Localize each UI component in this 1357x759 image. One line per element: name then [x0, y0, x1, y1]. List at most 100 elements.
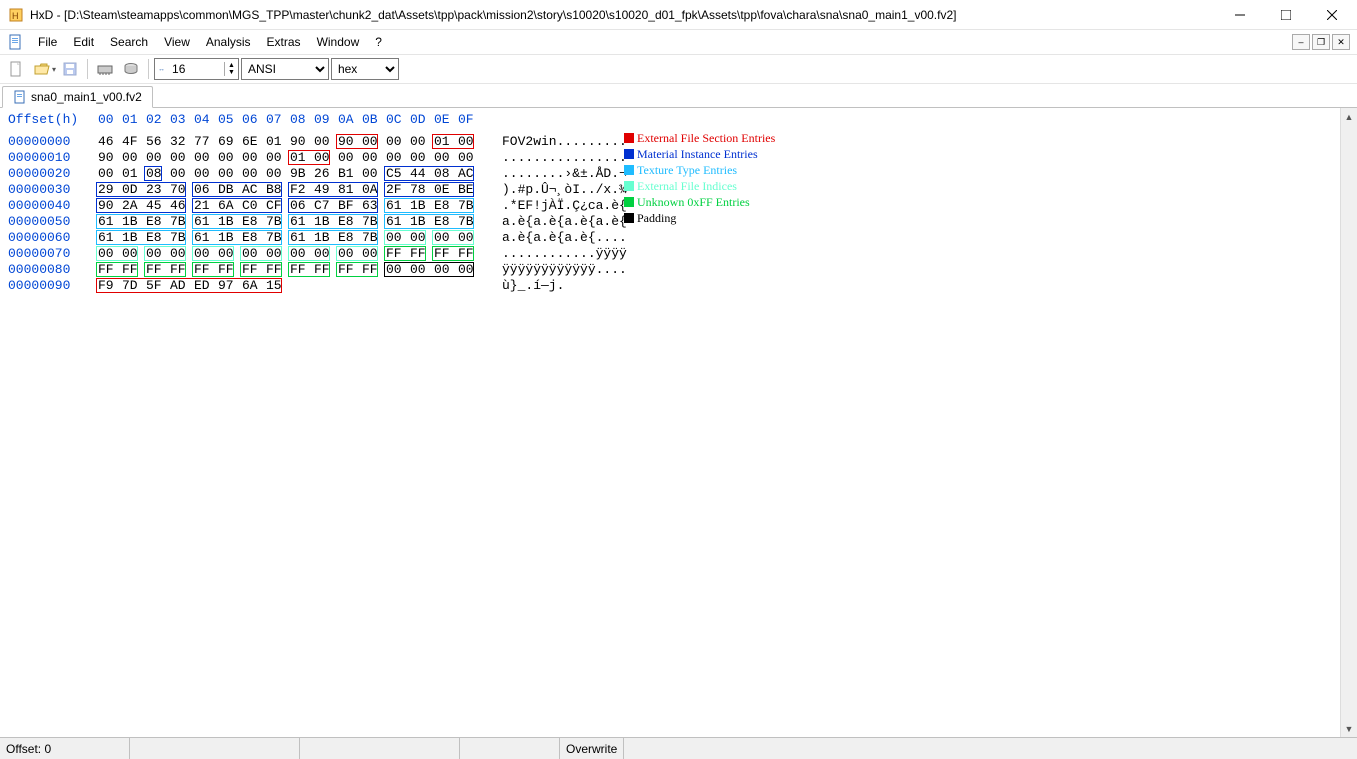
hex-byte[interactable]: 00 [410, 150, 434, 166]
menu-analysis[interactable]: Analysis [198, 32, 259, 52]
highlight-box [288, 150, 330, 165]
hex-byte[interactable]: 00 [170, 166, 194, 182]
menu-edit[interactable]: Edit [65, 32, 102, 52]
menu-window[interactable]: Window [309, 32, 368, 52]
hex-row[interactable]: 00000060611BE87B611BE87B611BE87B00000000… [8, 230, 1349, 246]
ascii-dump[interactable]: ............ÿÿÿÿ [502, 246, 627, 262]
hex-byte[interactable]: 32 [170, 134, 194, 150]
highlight-box [96, 262, 138, 277]
scroll-track[interactable] [1341, 125, 1357, 720]
ascii-dump[interactable]: ù}_.í—j. [502, 278, 564, 294]
hex-row[interactable]: 0000002000010800000000009B26B100C54408AC… [8, 166, 1349, 182]
open-ram-button[interactable] [93, 57, 117, 81]
mdi-minimize-button[interactable]: ‒ [1292, 34, 1310, 50]
ascii-dump[interactable]: ................ [502, 150, 627, 166]
hex-byte[interactable]: 90 [98, 150, 122, 166]
hex-byte[interactable]: 4F [122, 134, 146, 150]
spin-down-button[interactable]: ▼ [225, 69, 238, 76]
base-select[interactable]: hex [331, 58, 399, 80]
hex-row[interactable]: 0000001090000000000000000100000000000000… [8, 150, 1349, 166]
hex-byte[interactable]: 9B [290, 166, 314, 182]
hex-byte[interactable]: 00 [242, 166, 266, 182]
ascii-dump[interactable]: ........›&±.ÅD.¬ [502, 166, 627, 182]
hex-byte[interactable]: 00 [362, 150, 386, 166]
hex-row[interactable]: 00000090F97D5FADED976A15ù}_.í—j. [8, 278, 1349, 294]
hex-byte[interactable]: 00 [434, 150, 458, 166]
highlight-box [96, 230, 186, 245]
hex-byte[interactable]: 00 [266, 166, 290, 182]
hex-row[interactable]: 00000050611BE87B611BE87B611BE87B611BE87B… [8, 214, 1349, 230]
open-file-button[interactable] [30, 57, 54, 81]
ascii-dump[interactable]: a.è{a.è{a.è{.... [502, 230, 627, 246]
hex-byte[interactable]: 00 [386, 150, 410, 166]
hex-byte[interactable]: 00 [410, 134, 434, 150]
mdi-close-button[interactable]: ✕ [1332, 34, 1350, 50]
hex-byte[interactable]: 00 [338, 150, 362, 166]
scroll-down-button[interactable]: ▼ [1341, 720, 1357, 737]
hex-byte[interactable]: 01 [266, 134, 290, 150]
hex-byte[interactable]: 00 [386, 134, 410, 150]
hex-row[interactable]: 00000070000000000000000000000000FFFFFFFF… [8, 246, 1349, 262]
highlight-box [192, 214, 282, 229]
vertical-scrollbar[interactable]: ▲ ▼ [1340, 108, 1357, 737]
bytes-per-row-input[interactable] [168, 60, 224, 78]
menu-file[interactable]: File [30, 32, 65, 52]
hex-byte[interactable]: 00 [218, 166, 242, 182]
maximize-button[interactable] [1263, 0, 1309, 30]
hex-byte[interactable]: 00 [170, 150, 194, 166]
ascii-dump[interactable]: ÿÿÿÿÿÿÿÿÿÿÿÿ.... [502, 262, 627, 278]
highlight-box [144, 246, 186, 261]
bytes-per-row-field[interactable]: ↔ ▲ ▼ [154, 58, 239, 80]
hex-editor[interactable]: Offset(h)000102030405060708090A0B0C0D0E0… [0, 108, 1357, 737]
hex-row[interactable]: 00000030290D237006DBACB8F249810A2F780EBE… [8, 182, 1349, 198]
menu-help[interactable]: ? [367, 32, 390, 52]
hex-byte[interactable]: 00 [194, 150, 218, 166]
hex-byte[interactable]: 00 [266, 150, 290, 166]
hex-byte[interactable]: 77 [194, 134, 218, 150]
open-disk-button[interactable] [119, 57, 143, 81]
close-button[interactable] [1309, 0, 1355, 30]
encoding-select[interactable]: ANSI [241, 58, 329, 80]
highlight-box [288, 198, 378, 213]
hex-byte[interactable]: 00 [122, 150, 146, 166]
tab-bar: sna0_main1_v00.fv2 [0, 84, 1357, 108]
highlight-box [96, 278, 282, 293]
hex-byte[interactable]: 00 [458, 150, 482, 166]
ascii-dump[interactable]: FOV2win......... [502, 134, 627, 150]
status-cell-3 [300, 738, 460, 759]
hex-byte[interactable]: 01 [122, 166, 146, 182]
highlight-box [384, 198, 474, 213]
menu-extras[interactable]: Extras [259, 32, 309, 52]
save-button[interactable] [58, 57, 82, 81]
spin-up-button[interactable]: ▲ [225, 62, 238, 69]
highlight-box [288, 230, 378, 245]
menu-search[interactable]: Search [102, 32, 156, 52]
hex-row[interactable]: 00000000464F563277696E019000900000000100… [8, 134, 1349, 150]
hex-byte[interactable]: 00 [242, 150, 266, 166]
hex-byte[interactable]: 90 [290, 134, 314, 150]
scroll-up-button[interactable]: ▲ [1341, 108, 1357, 125]
hex-byte[interactable]: 26 [314, 166, 338, 182]
minimize-button[interactable] [1217, 0, 1263, 30]
hex-byte[interactable]: 46 [98, 134, 122, 150]
hex-row[interactable]: 00000040902A4546216AC0CF06C7BF63611BE87B… [8, 198, 1349, 214]
hex-byte[interactable]: 69 [218, 134, 242, 150]
hex-byte[interactable]: 00 [194, 166, 218, 182]
ascii-dump[interactable]: .*EF!jÀÏ.Ç¿ca.è{ [502, 198, 627, 214]
new-file-button[interactable] [4, 57, 28, 81]
hex-byte[interactable]: B1 [338, 166, 362, 182]
ascii-dump[interactable]: ).#p.Û¬¸òI../x.¾ [502, 182, 627, 198]
highlight-box [192, 198, 282, 213]
hex-byte[interactable]: 00 [146, 150, 170, 166]
hex-byte[interactable]: 56 [146, 134, 170, 150]
mdi-restore-button[interactable]: ❐ [1312, 34, 1330, 50]
menu-view[interactable]: View [156, 32, 198, 52]
hex-byte[interactable]: 00 [218, 150, 242, 166]
hex-byte[interactable]: 00 [314, 134, 338, 150]
hex-row[interactable]: 00000080FFFFFFFFFFFFFFFFFFFFFFFF00000000… [8, 262, 1349, 278]
ascii-dump[interactable]: a.è{a.è{a.è{a.è{ [502, 214, 627, 230]
hex-byte[interactable]: 6E [242, 134, 266, 150]
hex-byte[interactable]: 00 [98, 166, 122, 182]
hex-byte[interactable]: 00 [362, 166, 386, 182]
tab-file[interactable]: sna0_main1_v00.fv2 [2, 86, 153, 108]
